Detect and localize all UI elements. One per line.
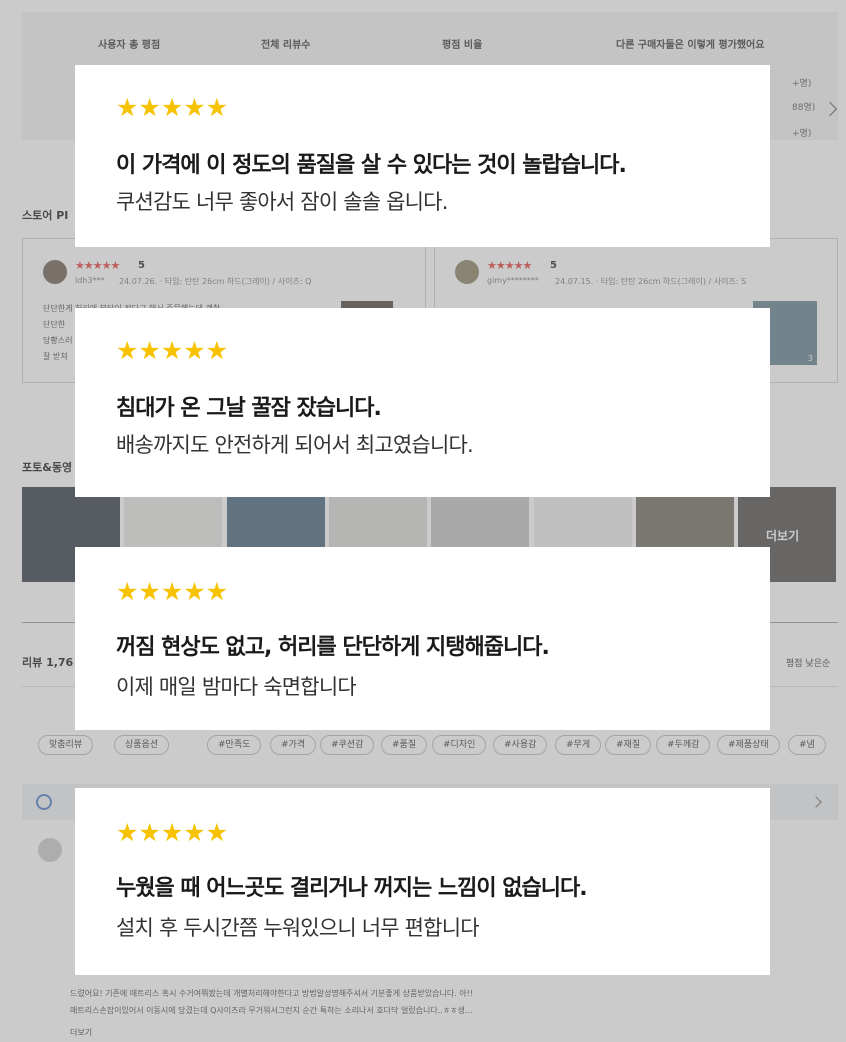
filter-tag[interactable]: #사용감 — [493, 735, 548, 755]
rating-value: 5 — [550, 260, 557, 271]
review-headline: 침대가 온 그날 꿀잠 잤습니다. — [116, 396, 382, 421]
filter-tag[interactable]: #품질 — [381, 735, 428, 755]
filter-tag[interactable]: #만족도 — [207, 735, 262, 755]
review-text-line: 당황스러 — [43, 336, 73, 345]
read-more-link[interactable]: 더보기 — [70, 1027, 92, 1038]
review-body: 이제 매일 밤마다 숙면합니다 — [116, 675, 357, 699]
review-user: gimy******** — [487, 276, 539, 285]
review-count-label: 리뷰 1,76 — [22, 656, 74, 669]
review-highlight-card: ★★★★★ 꺼짐 현상도 없고, 허리를 단단하게 지탱해줍니다. 이제 매일 … — [75, 547, 770, 730]
review-meta: 24.07.15. · 타입: 탄탄 26cm 하드(그레이) / 사이즈: S — [555, 277, 747, 286]
five-star-rating-icon: ★★★★★ — [116, 818, 229, 847]
chevron-right-icon[interactable] — [810, 796, 822, 808]
review-headline: 누웠을 때 어느곳도 결리거나 꺼지는 느낌이 없습니다. — [116, 876, 588, 901]
filter-custom-review[interactable]: 맞춤리뷰 — [38, 735, 94, 755]
filter-tag[interactable]: #제품상태 — [717, 735, 780, 755]
eval-count: +명) — [792, 79, 812, 89]
filter-tag[interactable]: #재질 — [605, 735, 652, 755]
sort-option-lowest[interactable]: 평점 낮은순 — [786, 656, 830, 669]
stat-others-evaluation: 다른 구매자들은 이렇게 평가했어요 — [616, 40, 765, 51]
filter-tag[interactable]: #가격 — [270, 735, 317, 755]
review-body: 설치 후 두시간쯤 누워있으니 너무 편합니다 — [116, 916, 480, 940]
filter-tag[interactable]: #쿠션감 — [320, 735, 375, 755]
review-highlight-card: ★★★★★ 누웠을 때 어느곳도 결리거나 꺼지는 느낌이 없습니다. 설치 후… — [75, 788, 770, 975]
avatar — [43, 260, 67, 284]
filter-tag[interactable]: #두께감 — [656, 735, 711, 755]
more-photos-label[interactable]: 더보기 — [766, 527, 799, 544]
review-user: ldh3*** — [75, 276, 105, 285]
review-meta: 24.07.26. · 타입: 탄탄 26cm 하드(그레이) / 사이즈: Q — [119, 277, 312, 286]
store-pick-label: 스토어 PI — [22, 209, 69, 222]
stat-total-rating: 사용자 총 평점 — [98, 40, 161, 51]
filter-product-option[interactable]: 상품옵션 — [114, 735, 170, 755]
review-headline: 꺼짐 현상도 없고, 허리를 단단하게 지탱해줍니다. — [116, 635, 550, 660]
five-star-rating-icon: ★★★★★ — [116, 336, 229, 365]
ai-summary-icon — [36, 794, 52, 810]
chevron-right-icon[interactable] — [822, 101, 838, 117]
five-star-rating-icon: ★★★★★ — [116, 577, 229, 606]
stat-review-count: 전체 리뷰수 — [261, 40, 311, 51]
thumbnail-count: 3 — [807, 354, 813, 363]
photo-video-label: 포토&동영 — [22, 461, 73, 474]
star-rating-icon: ★★★★★ — [487, 259, 532, 272]
review-body: 배송까지도 안전하게 되어서 최고였습니다. — [116, 433, 474, 457]
avatar — [455, 260, 479, 284]
star-rating-icon: ★★★★★ — [75, 259, 120, 272]
review-body: 쿠션감도 너무 좋아서 잠이 솔솔 옵니다. — [116, 190, 448, 214]
five-star-rating-icon: ★★★★★ — [116, 93, 229, 122]
review-text-line: 잘 받쳐 — [43, 352, 68, 361]
review-highlight-card: ★★★★★ 이 가격에 이 정도의 품질을 살 수 있다는 것이 놀랍습니다. … — [75, 65, 770, 247]
review-text-line: 단단한 — [43, 320, 66, 329]
eval-count: +명) — [792, 129, 812, 139]
review-headline: 이 가격에 이 정도의 품질을 살 수 있다는 것이 놀랍습니다. — [116, 153, 627, 178]
review-text-line: 드렸어요! 기존에 매트리스 혹시 수거여쭤봤는데 개별처리해야한다고 방법알성… — [70, 989, 474, 998]
rating-value: 5 — [138, 260, 145, 271]
filter-tag[interactable]: #무게 — [555, 735, 602, 755]
avatar — [38, 838, 62, 862]
review-text-line: 매트리스손잡이있어서 이동시에 당겼는데 Q사이즈라 무거워서그런지 순간 툭하… — [70, 1006, 473, 1015]
filter-tag[interactable]: #디자인 — [432, 735, 487, 755]
review-highlight-card: ★★★★★ 침대가 온 그날 꿀잠 잤습니다. 배송까지도 안전하게 되어서 최… — [75, 308, 770, 497]
eval-count: 88명) — [792, 103, 816, 113]
filter-tag[interactable]: #냄 — [788, 735, 826, 755]
stat-rating-ratio: 평점 비율 — [442, 40, 483, 51]
